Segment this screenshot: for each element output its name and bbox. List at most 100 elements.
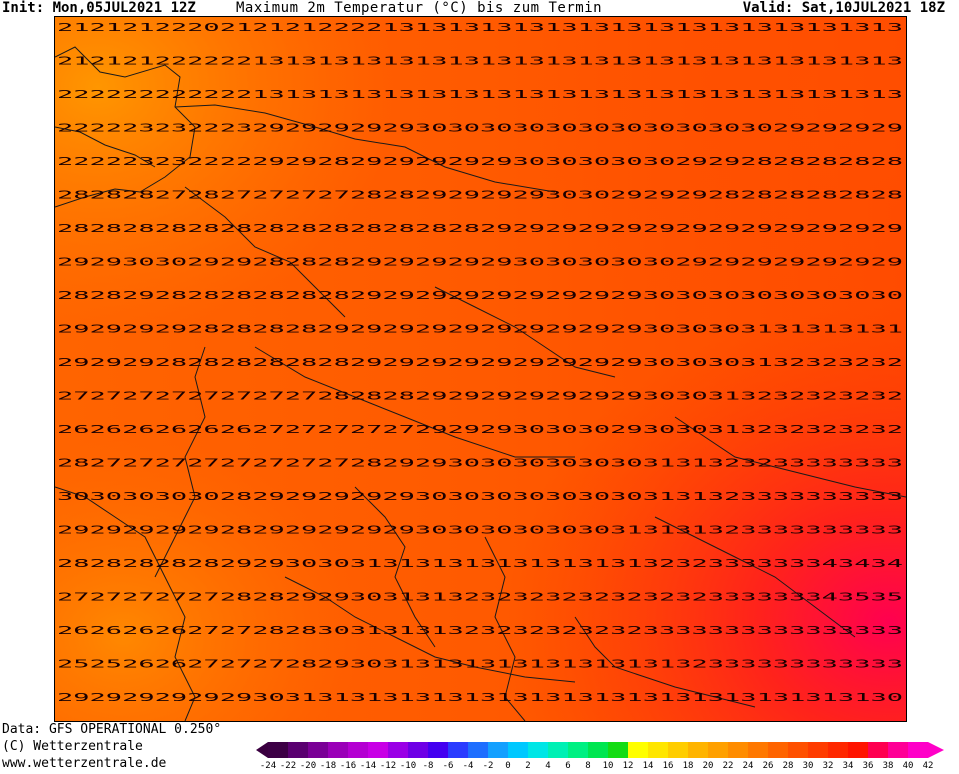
legend-arrow-right xyxy=(928,742,944,758)
map-title: Maximum 2m Temperatur (°C) bis zum Termi… xyxy=(236,0,603,16)
legend-swatch xyxy=(548,742,568,758)
legend-bar xyxy=(268,742,928,758)
temperature-row: 2222232322222929282929292929303030303029… xyxy=(57,155,903,168)
map-canvas: 2121212220212121222213131313131313131313… xyxy=(55,17,906,721)
legend-swatch xyxy=(448,742,468,758)
temperature-row: 2121212222221313131313131313131313131313… xyxy=(57,55,903,68)
legend-tick-label: -16 xyxy=(339,761,357,771)
legend-swatch xyxy=(408,742,428,758)
temperature-row: 2929292929282929292929303030303030313131… xyxy=(57,524,903,537)
legend-swatch xyxy=(688,742,708,758)
temperature-row: 2828292828282828282929292929292929293030… xyxy=(57,289,903,302)
legend-tick-label: 42 xyxy=(922,761,934,771)
legend-swatch xyxy=(828,742,848,758)
temperature-row: 2828282828282828282828282829292929292929… xyxy=(57,222,903,235)
legend-swatch xyxy=(368,742,388,758)
temperature-map[interactable]: 2121212220212121222213131313131313131313… xyxy=(54,16,907,722)
legend-tick-label: 32 xyxy=(822,761,834,771)
legend-tick-label: 8 xyxy=(585,761,591,771)
color-legend: -24 -22 -20 -18 -16 -14 -12 -10 -8 -6 -4 -2 0 2 4 6 8 10 1… xyxy=(256,740,959,774)
legend-swatch xyxy=(728,742,748,758)
legend-swatch xyxy=(528,742,548,758)
legend-swatch xyxy=(508,742,528,758)
temperature-row: 2929292929293031313131313131313131313131… xyxy=(57,691,903,704)
temperature-row: 3030303030282929292929303030303030303131… xyxy=(57,490,903,503)
website-link[interactable]: www.wetterzentrale.de xyxy=(2,756,166,772)
legend-swatch xyxy=(768,742,788,758)
legend-tick-label: -2 xyxy=(482,761,494,771)
legend-swatch xyxy=(708,742,728,758)
legend-tick-label: 12 xyxy=(622,761,634,771)
legend-tick-label: 36 xyxy=(862,761,874,771)
legend-tick-label: -24 xyxy=(259,761,277,771)
temperature-row: 2626262627272828303131313232323232323333… xyxy=(57,624,903,637)
legend-tick-label: -10 xyxy=(399,761,417,771)
legend-tick-label: 0 xyxy=(505,761,511,771)
legend-tick-label: -22 xyxy=(279,761,297,771)
temperature-row: 2828282728272727272828292929293030292929… xyxy=(57,189,903,202)
legend-swatch xyxy=(668,742,688,758)
valid-time: Valid: Sat,10JUL2021 18Z xyxy=(742,0,945,16)
temperature-value-grid: 2121212220212121222213131313131313131313… xyxy=(57,21,904,704)
legend-tick-label: 14 xyxy=(642,761,654,771)
legend-swatch xyxy=(268,742,288,758)
legend-swatch xyxy=(868,742,888,758)
temperature-row: 2222222222221313131313131313131313131313… xyxy=(57,88,903,101)
legend-tick-label: 38 xyxy=(882,761,894,771)
legend-swatch xyxy=(488,742,508,758)
legend-swatch xyxy=(908,742,928,758)
temperature-row: 2828282828292930303131313131313131313232… xyxy=(57,557,904,570)
legend-arrow-left xyxy=(256,742,268,758)
legend-tick-label: -14 xyxy=(359,761,377,771)
legend-tick-label: -4 xyxy=(462,761,474,771)
temperature-row: 2929292928282828292929292929292929293030… xyxy=(57,323,903,336)
temperature-row: 2525262627272728293031313131313131313132… xyxy=(57,658,903,671)
legend-swatch xyxy=(588,742,608,758)
legend-tick-label: -20 xyxy=(299,761,317,771)
legend-swatch xyxy=(288,742,308,758)
legend-tick-label: -6 xyxy=(442,761,454,771)
legend-swatch xyxy=(628,742,648,758)
legend-tick-label: -12 xyxy=(379,761,397,771)
legend-swatch xyxy=(788,742,808,758)
legend-tick-label: 2 xyxy=(525,761,531,771)
legend-tick-label: 26 xyxy=(762,761,774,771)
legend-tick-label: 24 xyxy=(742,761,754,771)
temperature-row: 2929303029292828282929292929303030303029… xyxy=(57,256,903,269)
legend-tick-label: 34 xyxy=(842,761,854,771)
legend-tick-label: 6 xyxy=(565,761,571,771)
legend-tick-label: 22 xyxy=(722,761,734,771)
legend-swatch xyxy=(388,742,408,758)
legend-swatch xyxy=(608,742,628,758)
legend-swatch xyxy=(888,742,908,758)
copyright: (C) Wetterzentrale xyxy=(2,739,143,754)
legend-tick-label: 16 xyxy=(662,761,674,771)
legend-swatch xyxy=(848,742,868,758)
init-time: Init: Mon,05JUL2021 12Z xyxy=(2,0,196,16)
legend-labels: -24 -22 -20 -18 -16 -14 -12 -10 -8 -6 -4 -2 0 2 4 6 8 10 1… xyxy=(260,760,959,772)
data-source: Data: GFS OPERATIONAL 0.250° xyxy=(2,722,222,737)
legend-swatch xyxy=(468,742,488,758)
legend-tick-label: -8 xyxy=(422,761,434,771)
legend-swatch xyxy=(808,742,828,758)
legend-swatch xyxy=(308,742,328,758)
legend-swatch xyxy=(568,742,588,758)
legend-swatch xyxy=(428,742,448,758)
temperature-row: 2222232322232929292929303030303030303030… xyxy=(57,122,903,135)
legend-swatch xyxy=(648,742,668,758)
legend-tick-label: 28 xyxy=(782,761,794,771)
temperature-row: 2727272727272727282828292929292929293030… xyxy=(57,390,903,403)
temperature-row: 2727272727282829293031313232323232323232… xyxy=(57,591,903,604)
legend-swatch xyxy=(348,742,368,758)
legend-tick-label: 10 xyxy=(602,761,614,771)
temperature-row: 2827272727272727272829293030303030303131… xyxy=(57,457,903,470)
temperature-row: 2929292828282828282929292929292929293030… xyxy=(57,356,903,369)
temperature-row: 2626262626262727272727292929303030293030… xyxy=(57,423,903,436)
legend-swatch xyxy=(748,742,768,758)
legend-tick-label: 18 xyxy=(682,761,694,771)
legend-tick-label: 30 xyxy=(802,761,814,771)
legend-tick-label: 20 xyxy=(702,761,714,771)
legend-tick-label: 4 xyxy=(545,761,551,771)
temperature-row: 2121212220212121222213131313131313131313… xyxy=(57,21,903,34)
legend-tick-label: -18 xyxy=(319,761,337,771)
